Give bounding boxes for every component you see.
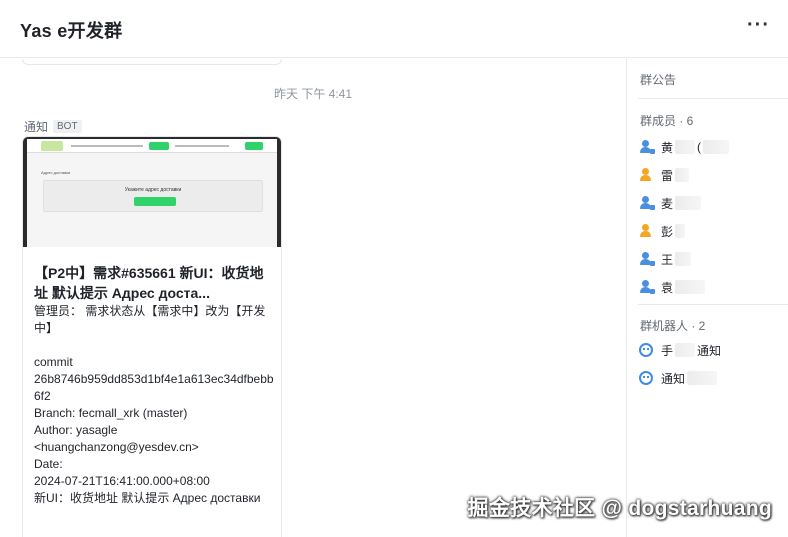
user-admin-icon [639,280,655,294]
robot-icon [639,343,653,357]
group-title: Yas e开发群 [20,21,123,41]
screenshot-box-text: Укажите адрес доставки [124,187,182,193]
card-body: 管理员： 需求状态从【需求中】改为【开发中】 commit 26b8746b95… [34,304,274,505]
member-item[interactable]: 黄( [639,137,730,157]
card-screenshot-image[interactable]: Адрес доставки Укажите адрес доставки [23,137,281,247]
sender-name[interactable]: 通知 [24,118,48,135]
message-sender: 通知 BOT [24,118,82,135]
more-horizontal-icon[interactable]: ··· [747,14,770,37]
member-item[interactable]: 王 [639,249,692,269]
member-name: 彭 [661,224,674,239]
user-icon [639,168,653,182]
divider [638,98,788,99]
announcement-link[interactable]: 群公告 [640,71,676,88]
member-name: 雷 [661,168,674,183]
group-sidebar: 群公告 群成员 · 6 黄( 雷 麦 彭 王 袁 群机器人 · 2 手通知 通知 [626,59,788,537]
chat-header: Yas e开发群 ··· [0,0,788,58]
robot-name: 通知 [661,371,686,386]
member-item[interactable]: 彭 [639,221,686,241]
card-title[interactable]: 【P2中】需求#635661 新UI：收货地址 默认提示 Адрес доста… [34,263,274,303]
divider [638,304,788,305]
user-admin-icon [639,140,655,154]
robot-icon [639,371,653,385]
user-admin-icon [639,252,655,266]
previous-message-card [22,59,282,65]
robots-header: 群机器人 · 2 [640,319,706,333]
member-item[interactable]: 袁 [639,277,706,297]
bot-badge: BOT [53,120,82,133]
member-name: 王 [661,252,674,267]
member-name: 黄 [661,140,674,155]
robot-name: 手 [661,343,674,358]
member-item[interactable]: 麦 [639,193,702,213]
user-admin-icon [639,196,655,210]
user-icon [639,224,653,238]
notification-card[interactable]: Адрес доставки Укажите адрес доставки 【P… [22,136,282,537]
message-list[interactable]: 昨天 下午 4:41 通知 BOT Адрес доставки Укажите… [0,59,626,537]
message-timestamp: 昨天 下午 4:41 [273,87,353,101]
watermark: 掘金技术社区 @ dogstarhuang [467,497,772,520]
member-name: 袁 [661,280,674,295]
members-header: 群成员 · 6 [640,114,694,128]
member-name: 麦 [661,196,674,211]
member-item[interactable]: 雷 [639,165,690,185]
screenshot-subtitle: Адрес доставки [41,170,71,175]
robot-item[interactable]: 通知 [639,368,718,388]
robot-item[interactable]: 手通知 [639,340,721,360]
